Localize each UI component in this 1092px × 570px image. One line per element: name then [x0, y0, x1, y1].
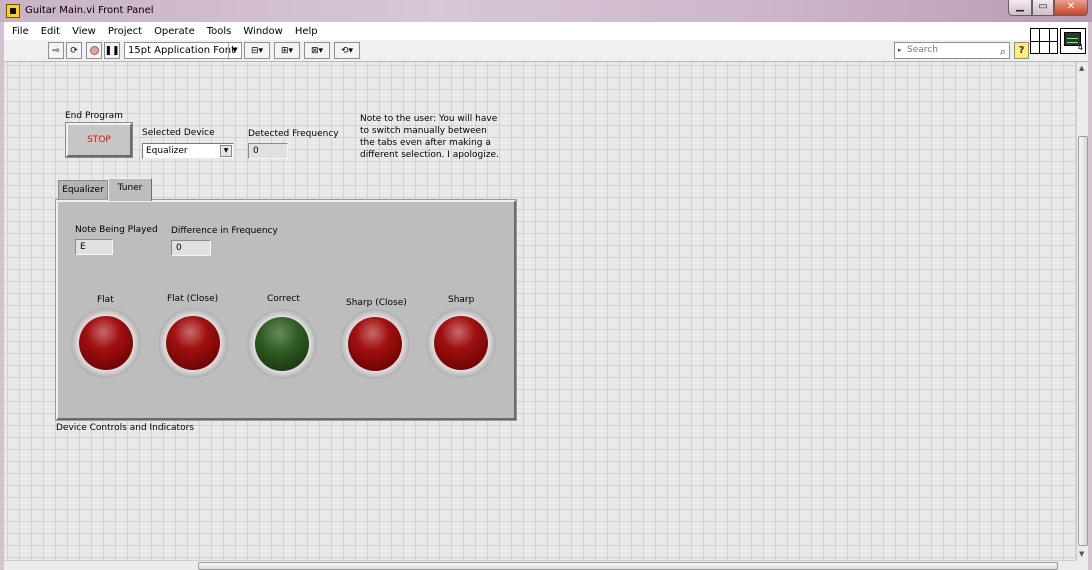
tab-equalizer[interactable]: Equalizer: [58, 180, 108, 200]
vi-icon-number: 4: [1077, 43, 1083, 52]
window-title: Guitar Main.vi Front Panel: [25, 5, 154, 16]
font-select[interactable]: 15pt Application Font ▼: [124, 42, 242, 59]
resize-objects-icon[interactable]: ⊠▾: [304, 42, 330, 59]
difference-in-frequency-label: Difference in Frequency: [171, 226, 278, 236]
menu-tools[interactable]: Tools: [201, 26, 238, 37]
distribute-objects-icon[interactable]: ⊞▾: [274, 42, 300, 59]
maximize-button[interactable]: ▭: [1032, 0, 1054, 16]
chevron-down-icon: ▼: [228, 43, 241, 58]
flat-led: [71, 308, 141, 378]
end-program-label: End Program: [65, 111, 123, 121]
font-select-value: 15pt Application Font: [128, 45, 235, 56]
menu-bar: File Edit View Project Operate Tools Win…: [4, 22, 1088, 40]
menu-window[interactable]: Window: [237, 26, 288, 37]
sharp-close-led: [340, 309, 410, 379]
stop-button[interactable]: STOP: [66, 123, 132, 157]
selected-device-ring[interactable]: Equalizer ▼: [142, 143, 234, 159]
menu-view[interactable]: View: [66, 26, 102, 37]
tab-tuner[interactable]: Tuner: [108, 178, 152, 201]
selected-device-label: Selected Device: [142, 128, 215, 138]
difference-in-frequency-indicator: 0: [171, 240, 211, 256]
menu-operate[interactable]: Operate: [148, 26, 201, 37]
vertical-scroll-thumb[interactable]: [1078, 136, 1088, 546]
align-objects-icon[interactable]: ⊟▾: [244, 42, 270, 59]
front-panel: End Program STOP Selected Device Equaliz…: [4, 62, 1076, 560]
minimize-button[interactable]: ▁: [1008, 0, 1032, 16]
title-bar: Guitar Main.vi Front Panel ▁ ▭ ✕: [0, 0, 1092, 22]
menu-project[interactable]: Project: [102, 26, 148, 37]
correct-led: [247, 309, 317, 379]
search-placeholder: Search: [907, 45, 938, 55]
run-continuously-icon[interactable]: ⟳: [66, 42, 82, 59]
flat-close-led: [158, 308, 228, 378]
close-button[interactable]: ✕: [1054, 0, 1088, 16]
menu-file[interactable]: File: [4, 26, 35, 37]
toolbar: ⇨ ⟳ ❚❚ 15pt Application Font ▼ ⊟▾ ⊞▾ ⊠▾ …: [4, 40, 1088, 62]
abort-execution-icon[interactable]: [86, 42, 102, 59]
search-caption-icon: ▸: [898, 46, 902, 54]
pause-icon[interactable]: ❚❚: [104, 42, 120, 59]
menu-help[interactable]: Help: [289, 26, 324, 37]
horizontal-scroll-thumb[interactable]: [198, 562, 1058, 570]
sharp-led: [426, 308, 496, 378]
chevron-down-icon[interactable]: ▼: [220, 145, 232, 157]
context-help-icon[interactable]: ?: [1014, 42, 1029, 59]
scrollbar-corner: [1076, 560, 1088, 570]
run-arrow-icon[interactable]: ⇨: [48, 42, 64, 59]
tab-body-tuner: Note Being Played E Difference in Freque…: [56, 200, 516, 420]
scroll-up-icon[interactable]: ▲: [1079, 64, 1084, 72]
menu-edit[interactable]: Edit: [35, 26, 66, 37]
horizontal-scrollbar[interactable]: [4, 560, 1076, 570]
led-label-flat-close: Flat (Close): [167, 294, 219, 304]
note-being-played-indicator: E: [75, 239, 113, 255]
led-label-sharp: Sharp: [448, 295, 475, 305]
detected-frequency-indicator: 0: [248, 143, 288, 159]
vertical-scrollbar[interactable]: ▲ ▼: [1076, 62, 1088, 560]
connector-pane-icon[interactable]: [1030, 28, 1058, 54]
selected-device-value: Equalizer: [146, 146, 188, 156]
labview-vi-icon: [6, 4, 20, 18]
led-label-flat: Flat: [97, 295, 114, 305]
tab-control-caption: Device Controls and Indicators: [56, 423, 194, 433]
note-being-played-label: Note Being Played: [75, 225, 158, 235]
search-input[interactable]: ▸ Search ⌕: [894, 42, 1010, 59]
user-note: Note to the user: You will have to switc…: [360, 114, 499, 160]
detected-frequency-label: Detected Frequency: [248, 129, 339, 139]
scroll-down-icon[interactable]: ▼: [1079, 550, 1084, 558]
search-icon[interactable]: ⌕: [1000, 44, 1006, 59]
vi-icon[interactable]: 4: [1060, 28, 1086, 54]
led-label-sharp-close: Sharp (Close): [346, 298, 407, 308]
reorder-icon[interactable]: ⟲▾: [334, 42, 360, 59]
led-label-correct: Correct: [267, 294, 300, 304]
